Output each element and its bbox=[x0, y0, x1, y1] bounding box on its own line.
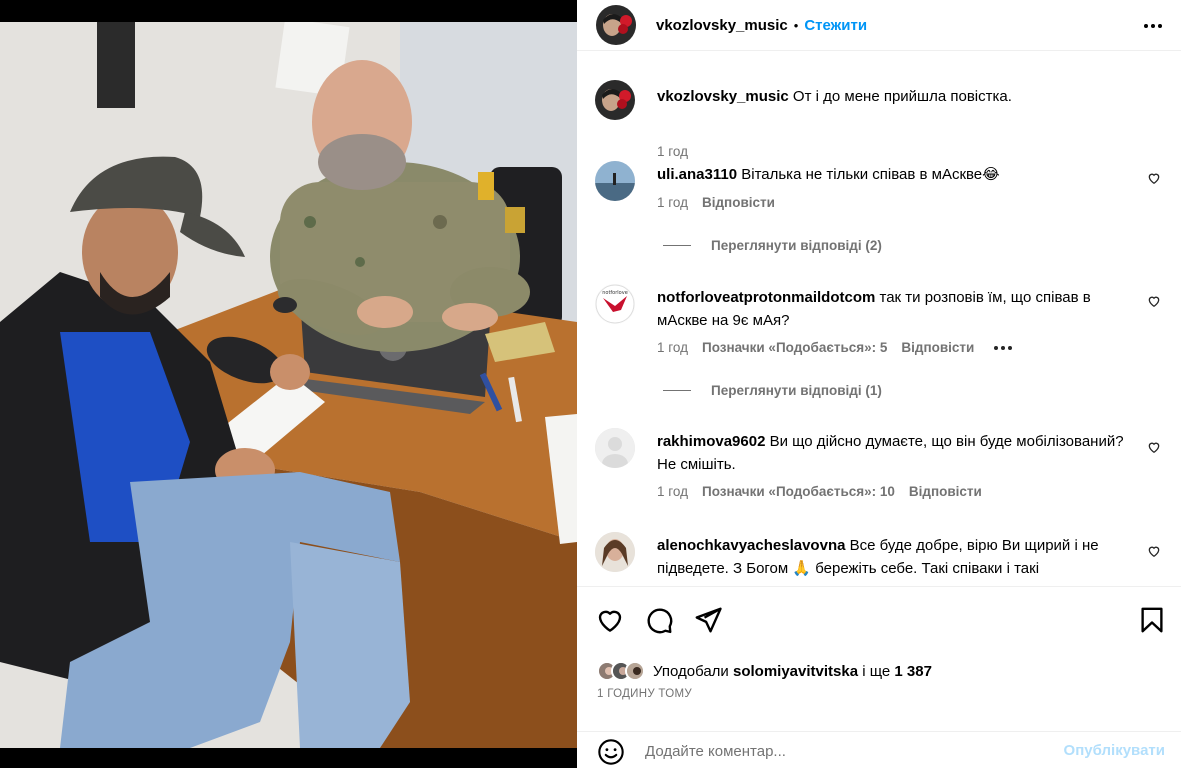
view-replies-button[interactable]: Переглянути відповіді (1) bbox=[663, 383, 882, 398]
liker-avatar bbox=[625, 661, 645, 681]
post-timestamp[interactable]: 1 ГОДИНУ ТОМУ bbox=[597, 688, 692, 700]
caption-body: vkozlovsky_music От і до мене прийшла по… bbox=[657, 85, 1129, 108]
post-header: vkozlovsky_music • Стежити bbox=[577, 0, 1181, 51]
bookmark-icon[interactable] bbox=[1137, 605, 1167, 635]
liker-username-link[interactable]: solomiyavitvitska bbox=[733, 663, 858, 680]
ellipsis-icon[interactable] bbox=[1141, 14, 1165, 38]
svg-text:notforlove: notforlove bbox=[602, 290, 628, 296]
comment-like-heart-icon[interactable] bbox=[1147, 294, 1161, 308]
caption-text: От і до мене прийшла повістка. bbox=[792, 88, 1012, 105]
heart-icon[interactable] bbox=[595, 605, 625, 635]
reply-button[interactable]: Відповісти bbox=[702, 195, 775, 210]
author-avatar[interactable] bbox=[596, 5, 636, 45]
view-replies-line bbox=[663, 245, 691, 246]
author-username-link[interactable]: vkozlovsky_music bbox=[656, 17, 788, 34]
comment-meta: 1 год Відповісти bbox=[657, 195, 775, 210]
comment-meta: 1 год Позначки «Подобається»: 10 Відпові… bbox=[657, 484, 982, 499]
comment-time: 1 год bbox=[657, 195, 688, 210]
likes-middle: і ще bbox=[862, 662, 891, 680]
likes-prefix: Уподобали bbox=[653, 662, 729, 680]
comment-body: alenochkavyacheslavovna Все буде добре, … bbox=[657, 534, 1129, 580]
post-caption: vkozlovsky_music От і до мене прийшла по… bbox=[595, 80, 1165, 159]
caption-time: 1 год bbox=[657, 144, 688, 159]
caption-meta: 1 год bbox=[657, 144, 688, 159]
comment-item: uli.ana3110 Віталька не тільки співав в … bbox=[595, 161, 1165, 253]
commenter-avatar[interactable]: notforlove bbox=[595, 284, 635, 324]
likes-count-link[interactable]: 1 387 bbox=[894, 663, 932, 680]
comment-bubble-icon[interactable] bbox=[644, 605, 674, 635]
comment-text: Віталька не тільки співав в мАскве😂 bbox=[741, 166, 1000, 183]
caption-username[interactable]: vkozlovsky_music bbox=[657, 88, 789, 105]
comment-username[interactable]: notforloveatprotonmaildotcom bbox=[657, 289, 875, 306]
post-actions: Уподобали solomiyavitvitska і ще 1 387 1… bbox=[577, 586, 1181, 736]
comment-meta: 1 год Позначки «Подобається»: 5 Відповіс… bbox=[657, 340, 1013, 355]
comment-time: 1 год bbox=[657, 340, 688, 355]
comment-input[interactable] bbox=[645, 739, 1035, 763]
comment-likes-count[interactable]: Позначки «Подобається»: 10 bbox=[702, 484, 895, 499]
comments-list[interactable]: vkozlovsky_music От і до мене прийшла по… bbox=[577, 52, 1181, 585]
comment-username[interactable]: uli.ana3110 bbox=[657, 166, 737, 183]
follow-button[interactable]: Стежити bbox=[804, 17, 867, 34]
smiley-icon[interactable] bbox=[597, 738, 625, 766]
likes-summary: Уподобали solomiyavitvitska і ще 1 387 bbox=[597, 661, 932, 681]
header-separator: • bbox=[793, 17, 799, 33]
reply-button[interactable]: Відповісти bbox=[909, 484, 982, 499]
comment-item: notforlove notforloveatprotonmaildotcom … bbox=[595, 284, 1165, 398]
add-comment-bar: Опублікувати bbox=[577, 731, 1181, 768]
comment-body: notforloveatprotonmaildotcom так ти розп… bbox=[657, 286, 1129, 332]
comment-options-icon[interactable] bbox=[994, 345, 1013, 350]
commenter-avatar[interactable] bbox=[595, 428, 635, 468]
caption-author-avatar[interactable] bbox=[595, 80, 635, 120]
reply-button[interactable]: Відповісти bbox=[901, 340, 974, 355]
comment-like-heart-icon[interactable] bbox=[1147, 544, 1161, 558]
comment-item: rakhimova9602 Ви що дійсно думаєте, що в… bbox=[595, 428, 1165, 508]
comment-time: 1 год bbox=[657, 484, 688, 499]
view-replies-label: Переглянути відповіді (1) bbox=[711, 383, 882, 398]
post-sidebar: vkozlovsky_music • Стежити vkozlovsky_mu… bbox=[577, 0, 1181, 768]
publish-button[interactable]: Опублікувати bbox=[1064, 742, 1165, 759]
comment-body: rakhimova9602 Ви що дійсно думаєте, що в… bbox=[657, 430, 1129, 476]
view-replies-line bbox=[663, 390, 691, 391]
comment-body: uli.ana3110 Віталька не тільки співав в … bbox=[657, 163, 1129, 186]
post-photo[interactable] bbox=[0, 22, 577, 748]
comment-username[interactable]: rakhimova9602 bbox=[657, 433, 765, 450]
commenter-avatar[interactable] bbox=[595, 161, 635, 201]
comment-item: alenochkavyacheslavovna Все буде добре, … bbox=[595, 532, 1165, 585]
comment-like-heart-icon[interactable] bbox=[1147, 171, 1161, 185]
comment-username[interactable]: alenochkavyacheslavovna bbox=[657, 537, 845, 554]
paper-plane-icon[interactable] bbox=[693, 605, 723, 635]
comment-likes-count[interactable]: Позначки «Подобається»: 5 bbox=[702, 340, 887, 355]
view-replies-button[interactable]: Переглянути відповіді (2) bbox=[663, 238, 882, 253]
commenter-avatar[interactable] bbox=[595, 532, 635, 572]
post-photo-illustration bbox=[0, 22, 577, 748]
post-media-panel bbox=[0, 0, 577, 768]
likes-text: Уподобали solomiyavitvitska і ще 1 387 bbox=[653, 663, 932, 680]
view-replies-label: Переглянути відповіді (2) bbox=[711, 238, 882, 253]
comment-like-heart-icon[interactable] bbox=[1147, 440, 1161, 454]
